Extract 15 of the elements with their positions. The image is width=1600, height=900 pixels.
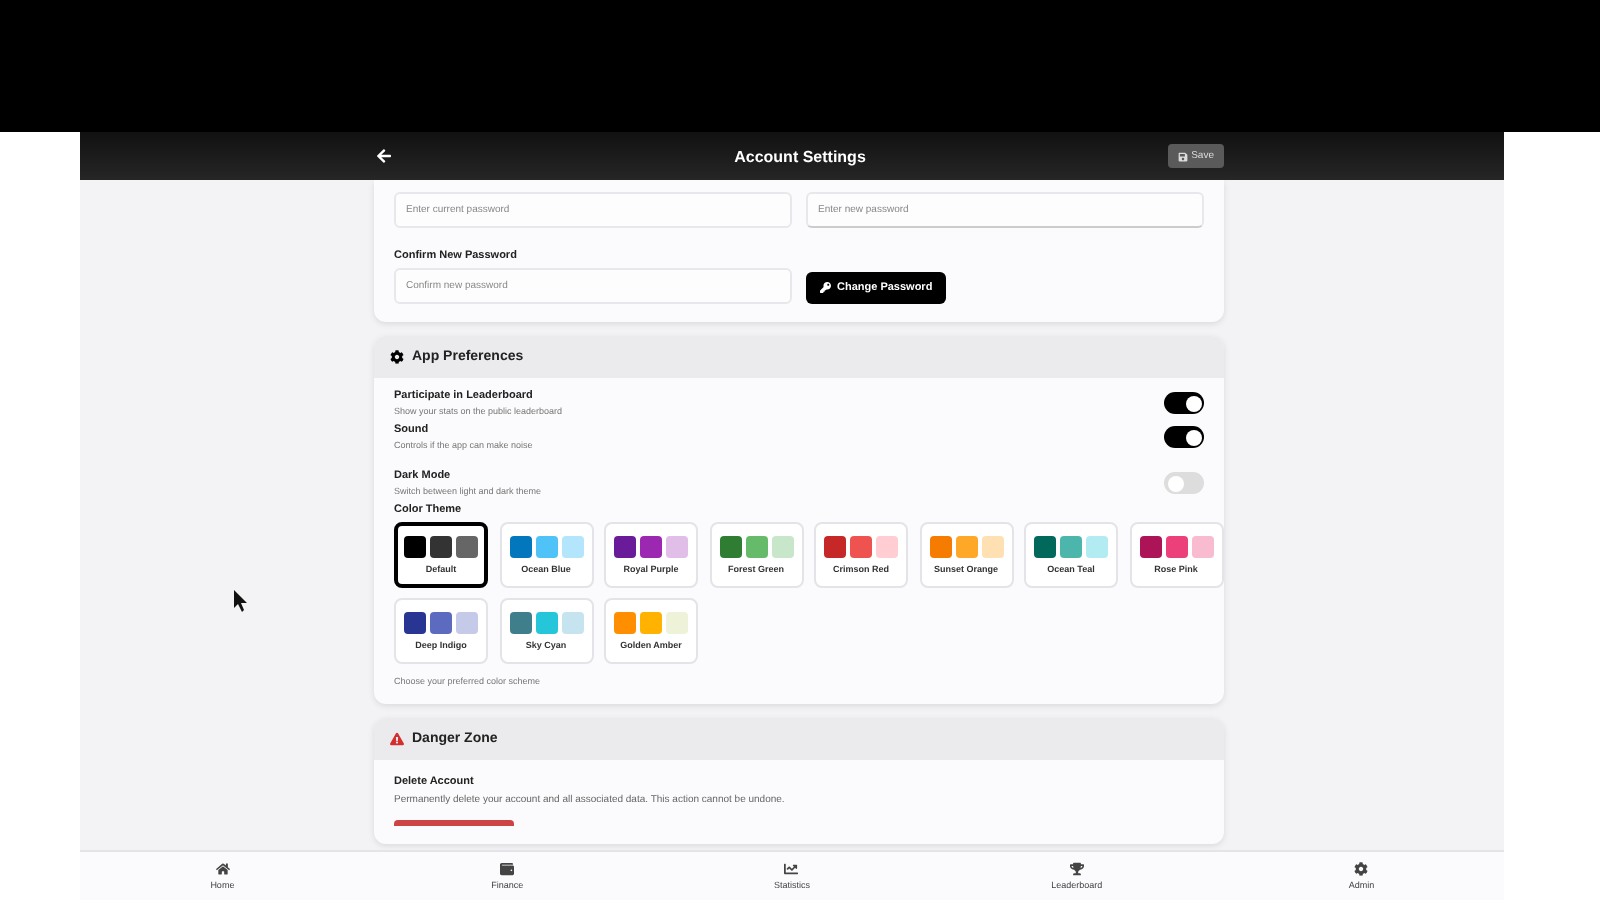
- chart-icon: [784, 862, 799, 876]
- settings-icon: [390, 350, 404, 364]
- key-icon: [820, 282, 831, 294]
- wallet-icon: [500, 862, 515, 876]
- pointer-icon: [234, 590, 248, 612]
- toggle-switch[interactable]: [1164, 426, 1204, 448]
- window-title: Account Settings: [734, 147, 866, 165]
- toggle-switch[interactable]: [1164, 392, 1204, 414]
- trophy-icon: [1069, 862, 1084, 876]
- save-icon: [1177, 151, 1188, 161]
- warning-icon: [390, 732, 404, 746]
- gear-icon: [1354, 862, 1369, 876]
- home-icon: [215, 862, 230, 876]
- toggle-switch[interactable]: [1164, 472, 1204, 494]
- back-arrow-icon[interactable]: [376, 148, 392, 164]
